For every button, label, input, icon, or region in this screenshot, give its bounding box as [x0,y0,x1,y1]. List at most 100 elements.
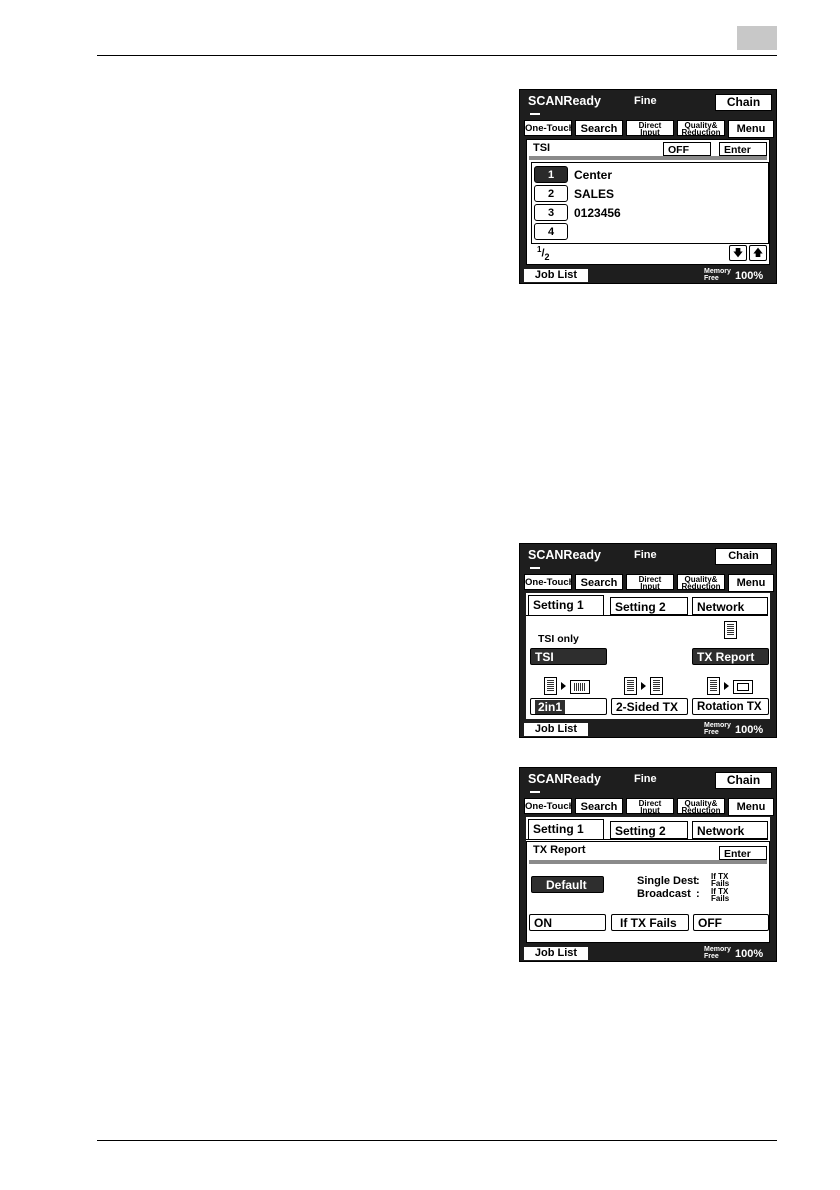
tab-direct-input-line2: Input [640,806,660,814]
tab-quality-line2: Reduction [681,806,721,814]
status-underline [530,567,540,569]
footer-rule [97,1140,777,1141]
tab-menu[interactable]: Menu [728,120,774,138]
scroll-up-button[interactable]: 🡅 [749,245,767,261]
panel-divider [529,860,767,864]
list-number-button[interactable]: 3 [534,204,568,221]
list-number-button[interactable]: 1 [534,166,568,183]
enter-button[interactable]: Enter [719,846,767,860]
broadcast-value: If TX Fails [711,888,730,903]
broadcast-label: Broadcast [637,888,691,900]
tab-setting-2[interactable]: Setting 2 [610,821,688,839]
panel-divider [529,156,767,160]
arrow-down-icon: 🡇 [732,248,744,259]
arrow-right-icon [724,682,729,690]
tsi-panel: TSI OFF Enter 1 Center 2 SALES 3 0123456… [526,139,770,265]
two-in-one-button[interactable]: 2in1 [530,698,607,715]
memory-line2: Free [704,953,719,960]
tab-network[interactable]: Network [692,597,768,615]
tab-menu[interactable]: Menu [728,574,774,592]
tab-menu[interactable]: Menu [728,798,774,816]
tab-search[interactable]: Search [575,120,623,136]
memory-line1: Memory [704,722,731,729]
tab-one-touch[interactable]: One-Touch [524,798,572,814]
duplex-document-icon [650,677,663,695]
list-item-label: Center [574,168,613,182]
tab-setting-1[interactable]: Setting 1 [528,819,604,840]
scroll-down-button[interactable]: 🡇 [729,245,747,261]
off-button[interactable]: OFF [663,142,711,156]
broadcast-colon: : [696,888,700,900]
single-dest-value: If TX Fails [711,873,729,888]
memory-line1: Memory [704,946,731,953]
job-list-button[interactable]: Job List [524,269,588,282]
arrow-right-icon [641,682,646,690]
tx-report-button[interactable]: TX Report [692,648,769,665]
tab-search[interactable]: Search [575,574,623,590]
chain-button[interactable]: Chain [715,94,772,111]
tab-search[interactable]: Search [575,798,623,814]
memory-label: Memory Free [704,268,731,282]
tab-quality-line2: Reduction [681,128,721,136]
tab-quality-reduction[interactable]: Quality& Reduction [677,798,725,814]
two-in-one-icon [570,680,590,694]
tab-quality-line2: Reduction [681,582,721,590]
tab-direct-input[interactable]: Direct Input [626,574,674,590]
status-title: SCANReady [528,94,601,108]
tab-one-touch[interactable]: One-Touch [524,574,572,590]
panel-screen-tx-report: SCANReady Fine Chain One-Touch Search Di… [519,767,777,962]
document-portrait-icon [544,677,557,695]
status-title: SCANReady [528,772,601,786]
tsi-caption: TSI only [538,633,579,645]
tsi-list: 1 Center 2 SALES 3 0123456 4 [531,162,769,244]
tab-setting-2[interactable]: Setting 2 [610,597,688,615]
memory-line2: Free [704,275,719,282]
list-number-button[interactable]: 4 [534,223,568,240]
rotation-tx-button[interactable]: Rotation TX [692,698,769,715]
two-sided-tx-button[interactable]: 2-Sided TX [611,698,688,715]
tsi-button[interactable]: TSI [530,648,607,665]
page-indicator: 1/2 [537,245,550,262]
tab-underline [526,615,768,616]
tx-report-panel: Setting 1 Setting 2 Network TX Report En… [526,817,770,943]
status-underline [530,113,540,115]
tab-quality-reduction[interactable]: Quality& Reduction [677,120,725,136]
memory-line1: Memory [704,268,731,275]
status-mode: Fine [634,95,657,107]
if-tx-fails-button[interactable]: If TX Fails [611,914,689,931]
memory-percent: 100% [735,948,764,960]
job-list-button[interactable]: Job List [524,947,588,960]
section-tab-marker [737,26,777,50]
status-mode: Fine [634,773,657,785]
tab-underline [526,839,768,840]
tab-direct-input[interactable]: Direct Input [626,798,674,814]
report-icon [724,621,737,639]
tab-direct-input[interactable]: Direct Input [626,120,674,136]
off-button[interactable]: OFF [693,914,769,931]
broadcast-value-line2: Fails [711,894,730,903]
on-button[interactable]: ON [529,914,606,931]
tab-one-touch[interactable]: One-Touch [524,120,572,136]
tab-setting-1[interactable]: Setting 1 [528,595,604,616]
single-dest-colon: : [696,875,700,887]
tab-quality-reduction[interactable]: Quality& Reduction [677,574,725,590]
memory-percent: 100% [735,724,764,736]
memory-label: Memory Free [704,722,731,736]
tx-report-box: TX Report Enter Default Single Dest Broa… [526,841,770,943]
arrow-right-icon [561,682,566,690]
rotated-document-icon [733,680,753,694]
chain-button[interactable]: Chain [715,772,772,789]
panel-screen-tsi: SCANReady Fine Chain One-Touch Search Di… [519,89,777,284]
default-button[interactable]: Default [531,876,604,893]
enter-button[interactable]: Enter [719,142,767,156]
status-mode: Fine [634,549,657,561]
list-item-label: 0123456 [574,206,621,220]
tab-network[interactable]: Network [692,821,768,839]
chain-button[interactable]: Chain [715,548,772,565]
page-current: 1 [537,245,542,254]
list-number-button[interactable]: 2 [534,185,568,202]
status-title: SCANReady [528,548,601,562]
job-list-button[interactable]: Job List [524,723,588,736]
header-rule [97,55,777,56]
panel-title: TSI [533,142,551,154]
